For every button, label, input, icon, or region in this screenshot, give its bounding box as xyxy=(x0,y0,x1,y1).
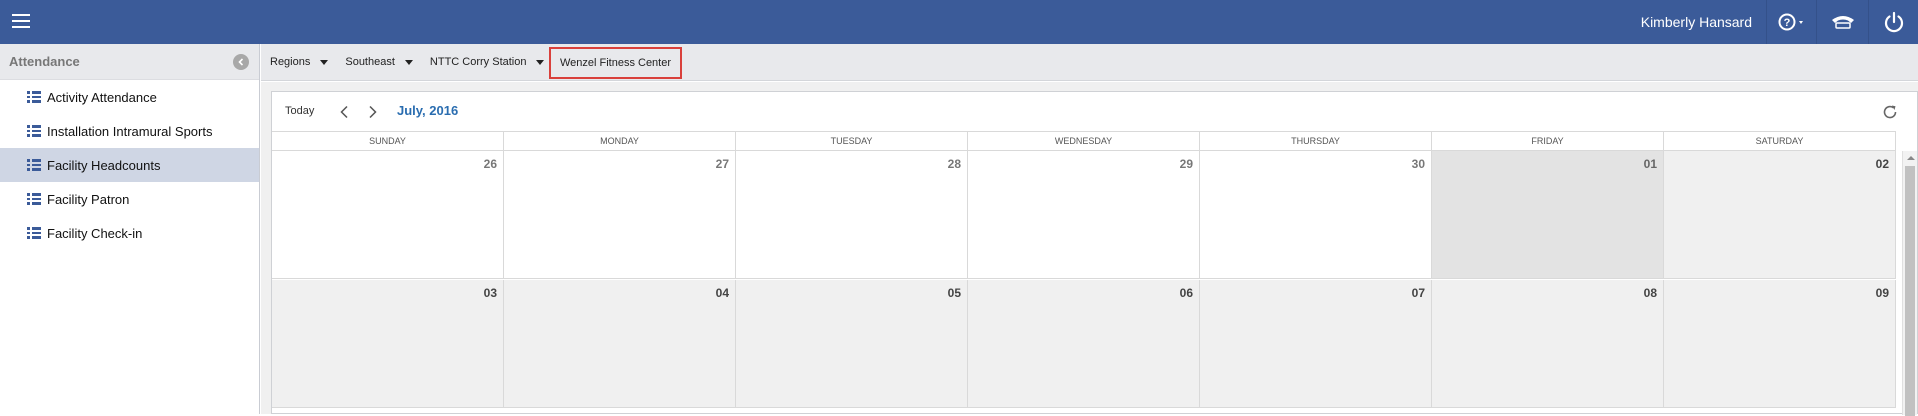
calendar-day-cell[interactable]: 30 xyxy=(1200,151,1432,278)
day-number: 09 xyxy=(1875,286,1889,300)
day-number: 01 xyxy=(1643,157,1657,171)
breadcrumb-label: Regions xyxy=(270,56,311,68)
sidebar-item[interactable]: Facility Check-in xyxy=(0,216,259,250)
day-number: 04 xyxy=(715,286,729,300)
calendar-week-row: 26 27 28 29 30 01 02 xyxy=(272,151,1896,279)
calendar-day-cell[interactable]: 27 xyxy=(504,151,736,278)
next-month-icon[interactable] xyxy=(365,105,379,119)
breadcrumb-label: NTTC Corry Station xyxy=(429,56,527,68)
breadcrumb-southeast[interactable]: Southeast xyxy=(345,56,413,68)
day-of-week-label: WEDNESDAY xyxy=(968,132,1200,150)
calendar-day-cell[interactable]: 03 xyxy=(272,280,504,407)
scroll-up-icon[interactable] xyxy=(1903,151,1918,164)
calendar-day-cell[interactable]: 01 xyxy=(1432,151,1664,278)
day-number: 07 xyxy=(1411,286,1425,300)
list-icon xyxy=(27,227,41,239)
list-icon xyxy=(27,193,41,205)
sidebar: Attendance Activity Attendance Installati… xyxy=(0,44,260,414)
prev-month-icon[interactable] xyxy=(338,105,352,119)
list-icon xyxy=(27,159,41,171)
sidebar-item[interactable]: Facility Headcounts xyxy=(0,148,259,182)
calendar-scrollbar[interactable] xyxy=(1902,151,1918,416)
calendar-day-cell[interactable]: 05 xyxy=(736,280,968,407)
day-number: 26 xyxy=(483,157,497,171)
sidebar-item-label: Activity Attendance xyxy=(47,89,157,105)
help-icon: ? xyxy=(1778,13,1803,31)
sidebar-item[interactable]: Facility Patron xyxy=(0,182,259,216)
calendar-day-cell[interactable]: 26 xyxy=(272,151,504,278)
day-number: 27 xyxy=(715,157,729,171)
day-of-week-header: SUNDAY MONDAY TUESDAY WEDNESDAY THURSDAY FRID… xyxy=(272,131,1896,151)
day-of-week-label: FRIDAY xyxy=(1432,132,1664,150)
breadcrumb-nttc-corry-station[interactable]: NTTC Corry Station xyxy=(430,56,545,68)
sidebar-item-label: Facility Patron xyxy=(47,191,130,207)
day-number: 02 xyxy=(1875,157,1889,171)
calendar-day-cell[interactable]: 08 xyxy=(1432,280,1664,407)
sidebar-item-label: Facility Headcounts xyxy=(47,157,161,173)
breadcrumb-current-facility[interactable]: Wenzel Fitness Center xyxy=(549,47,682,79)
scroll-thumb[interactable] xyxy=(1905,166,1915,416)
calendar-day-cell[interactable]: 29 xyxy=(968,151,1200,278)
calendar-day-cell[interactable]: 06 xyxy=(968,280,1200,407)
breadcrumb-regions[interactable]: Regions xyxy=(270,56,329,68)
calendar-day-cell[interactable]: 07 xyxy=(1200,280,1432,407)
calendar-toolbar: Today July, 2016 xyxy=(272,92,1917,132)
day-number: 08 xyxy=(1643,286,1657,300)
calendar-day-cell[interactable]: 02 xyxy=(1664,151,1896,278)
day-of-week-label: SATURDAY xyxy=(1664,132,1896,150)
day-of-week-label: TUESDAY xyxy=(736,132,968,150)
calendar-week-row: 03 04 05 06 07 08 09 xyxy=(272,280,1896,408)
day-of-week-label: MONDAY xyxy=(504,132,736,150)
sidebar-item[interactable]: Activity Attendance xyxy=(0,80,259,114)
today-button[interactable]: Today xyxy=(285,105,314,117)
refresh-icon[interactable] xyxy=(1881,103,1899,121)
sidebar-title: Attendance xyxy=(9,54,80,69)
day-of-week-label: SUNDAY xyxy=(272,132,504,150)
calendar-day-cell[interactable]: 28 xyxy=(736,151,968,278)
calendar: Today July, 2016 SUNDAY MONDAY TUESDAY WEDN… xyxy=(271,91,1918,416)
sidebar-item-label: Facility Check-in xyxy=(47,225,143,241)
menu-icon[interactable] xyxy=(10,11,32,33)
caret-down-icon xyxy=(404,59,413,65)
day-number: 03 xyxy=(483,286,497,300)
phone-button[interactable] xyxy=(1816,0,1868,44)
phone-icon xyxy=(1831,16,1854,29)
user-name[interactable]: Kimberly Hansard xyxy=(1641,0,1766,44)
sidebar-item[interactable]: Installation Intramural Sports xyxy=(0,114,259,148)
day-of-week-label: THURSDAY xyxy=(1200,132,1432,150)
day-number: 05 xyxy=(947,286,961,300)
chevron-left-icon xyxy=(238,58,244,66)
breadcrumb-label: Southeast xyxy=(345,56,395,68)
help-button[interactable]: ? xyxy=(1766,0,1816,44)
caret-down-icon xyxy=(536,59,545,65)
sidebar-header: Attendance xyxy=(0,44,259,80)
svg-text:?: ? xyxy=(1783,17,1790,29)
list-icon xyxy=(27,91,41,103)
main-content: Today July, 2016 SUNDAY MONDAY TUESDAY WEDN… xyxy=(261,82,1918,416)
day-number: 28 xyxy=(947,157,961,171)
caret-down-icon xyxy=(320,59,329,65)
month-title: July, 2016 xyxy=(397,103,459,118)
power-button[interactable] xyxy=(1868,0,1918,44)
calendar-day-cell[interactable]: 04 xyxy=(504,280,736,407)
power-icon xyxy=(1884,11,1903,33)
breadcrumb: Regions Southeast NTTC Corry Station Wen… xyxy=(261,44,1918,81)
collapse-sidebar-button[interactable] xyxy=(233,54,249,70)
day-number: 30 xyxy=(1411,157,1425,171)
sidebar-item-label: Installation Intramural Sports xyxy=(47,123,213,139)
day-number: 06 xyxy=(1179,286,1193,300)
day-number: 29 xyxy=(1179,157,1193,171)
list-icon xyxy=(27,125,41,137)
calendar-day-cell[interactable]: 09 xyxy=(1664,280,1896,407)
top-navbar: Kimberly Hansard ? xyxy=(0,0,1918,44)
